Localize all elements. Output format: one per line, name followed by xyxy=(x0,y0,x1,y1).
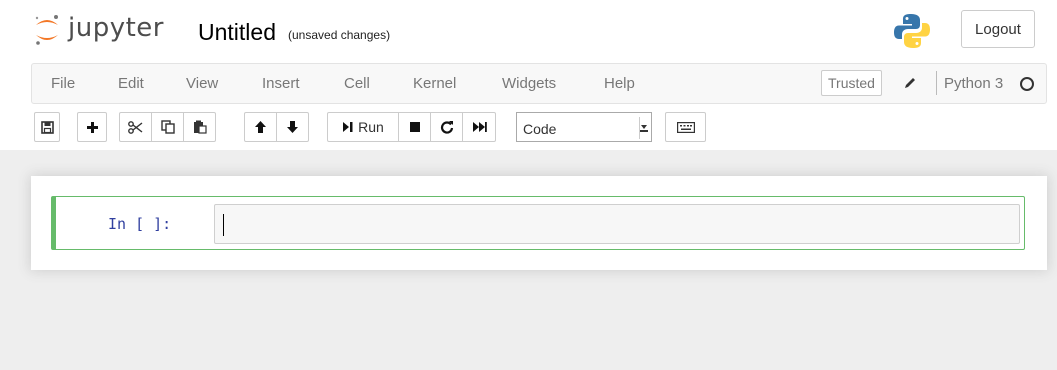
toolbar-group-insert xyxy=(77,112,107,142)
logout-button[interactable]: Logout xyxy=(961,10,1035,48)
cell-type-select[interactable]: Code xyxy=(516,112,652,142)
copy-icon xyxy=(160,120,175,134)
step-forward-icon xyxy=(343,122,353,132)
fast-forward-icon xyxy=(472,122,487,132)
menu-insert[interactable]: Insert xyxy=(262,75,300,92)
stop-icon xyxy=(409,122,420,132)
edit-mode-pencil-icon xyxy=(903,76,917,95)
toolbar-group-run: Run xyxy=(327,112,496,142)
restart-button[interactable] xyxy=(430,112,463,142)
jupyter-logo-icon xyxy=(35,15,58,45)
arrow-up-icon xyxy=(255,121,266,133)
arrow-down-icon xyxy=(287,121,298,133)
menubar: File Edit View Insert Cell Kernel Widget… xyxy=(31,63,1047,104)
text-cursor xyxy=(223,214,224,236)
code-cell[interactable]: In [ ]: xyxy=(51,196,1025,250)
chevron-down-icon xyxy=(639,117,648,139)
move-down-button[interactable] xyxy=(276,112,309,142)
logo-text: jupyter xyxy=(68,13,164,43)
plus-icon xyxy=(86,121,98,133)
trusted-indicator[interactable]: Trusted xyxy=(821,70,882,96)
code-input-area[interactable] xyxy=(214,204,1020,244)
python-logo-icon xyxy=(893,12,931,55)
cut-icon xyxy=(128,120,143,134)
menu-widgets[interactable]: Widgets xyxy=(502,75,556,92)
menu-edit[interactable]: Edit xyxy=(118,75,144,92)
move-up-button[interactable] xyxy=(244,112,277,142)
notebook-title[interactable]: Untitled xyxy=(198,19,276,46)
menu-cell[interactable]: Cell xyxy=(344,75,370,92)
paste-button[interactable] xyxy=(183,112,216,142)
notebook-header: jupyter Untitled (unsaved changes) Logou… xyxy=(0,0,1057,150)
toolbar-group-save xyxy=(34,112,60,142)
keyboard-icon xyxy=(676,121,695,133)
run-button[interactable]: Run xyxy=(327,112,399,142)
copy-button[interactable] xyxy=(151,112,184,142)
restart-icon xyxy=(440,121,453,134)
save-button[interactable] xyxy=(34,112,60,142)
kernel-divider xyxy=(936,71,937,95)
toolbar-group-clipboard xyxy=(119,112,216,142)
jupyter-logo[interactable]: jupyter xyxy=(34,12,164,48)
save-icon xyxy=(40,120,54,134)
kernel-idle-circle-icon xyxy=(1020,77,1034,91)
notebook-site[interactable]: In [ ]: xyxy=(0,150,1057,370)
menu-kernel[interactable]: Kernel xyxy=(413,75,456,92)
run-label: Run xyxy=(358,119,384,135)
cut-button[interactable] xyxy=(119,112,152,142)
interrupt-button[interactable] xyxy=(398,112,431,142)
notebook-container: In [ ]: xyxy=(31,176,1047,270)
menu-view[interactable]: View xyxy=(186,75,218,92)
restart-run-all-button[interactable] xyxy=(462,112,496,142)
insert-cell-button[interactable] xyxy=(77,112,107,142)
menu-file[interactable]: File xyxy=(51,75,75,92)
command-palette-button[interactable] xyxy=(665,112,706,142)
input-prompt: In [ ]: xyxy=(108,215,172,233)
toolbar-group-keyboard xyxy=(665,112,706,142)
cell-type-value: Code xyxy=(523,121,557,137)
menu-help[interactable]: Help xyxy=(604,75,635,92)
paste-icon xyxy=(193,120,207,134)
save-status: (unsaved changes) xyxy=(288,28,391,42)
toolbar-group-move xyxy=(244,112,309,142)
kernel-name[interactable]: Python 3 xyxy=(944,75,1003,92)
